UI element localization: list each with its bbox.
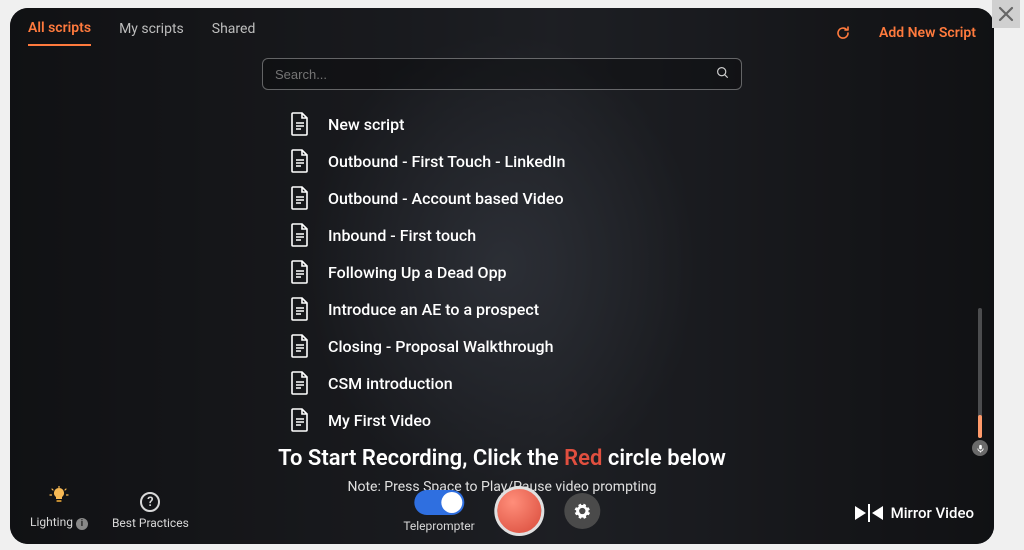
lighting-label: Lighting	[30, 515, 73, 529]
script-item[interactable]: Inbound - First touch	[290, 223, 994, 247]
help-icon: ?	[140, 492, 160, 512]
document-icon	[290, 186, 310, 210]
lightbulb-icon	[49, 486, 69, 511]
toggle-knob	[441, 492, 462, 513]
tab-shared[interactable]: Shared	[212, 21, 256, 45]
search-icon	[716, 66, 729, 83]
script-item[interactable]: Introduce an AE to a prospect	[290, 297, 994, 321]
audio-level	[978, 415, 982, 438]
script-item[interactable]: My First Video	[290, 408, 994, 432]
mirror-video-button[interactable]: Mirror Video	[855, 504, 974, 522]
search-box[interactable]	[262, 58, 742, 90]
add-new-script-button[interactable]: Add New Script	[879, 25, 976, 41]
document-icon	[290, 371, 310, 395]
document-icon	[290, 334, 310, 358]
refresh-button[interactable]	[835, 25, 851, 41]
best-practices-button[interactable]: ? Best Practices	[112, 492, 189, 530]
script-label: Introduce an AE to a prospect	[328, 300, 539, 319]
refresh-icon	[835, 25, 851, 41]
instruction-main: To Start Recording, Click the Red circle…	[10, 446, 994, 471]
mirror-label: Mirror Video	[891, 504, 974, 522]
script-label: Inbound - First touch	[328, 226, 476, 245]
script-label: Following Up a Dead Opp	[328, 263, 507, 282]
script-label: Outbound - First Touch - LinkedIn	[328, 152, 565, 171]
script-label: New script	[328, 115, 404, 134]
document-icon	[290, 112, 310, 136]
document-icon	[290, 297, 310, 321]
tab-all-scripts[interactable]: All scripts	[28, 20, 91, 46]
recorder-window: All scripts My scripts Shared Add New Sc…	[10, 8, 994, 544]
script-label: Closing - Proposal Walkthrough	[328, 337, 554, 356]
close-icon	[998, 6, 1014, 22]
script-item[interactable]: Outbound - Account based Video	[290, 186, 994, 210]
teleprompter-toggle[interactable]	[414, 490, 464, 515]
gear-icon	[574, 502, 592, 520]
document-icon	[290, 260, 310, 284]
script-label: Outbound - Account based Video	[328, 189, 564, 208]
scripts-list: New script Outbound - First Touch - Link…	[290, 112, 994, 432]
lighting-button[interactable]: Lightingi	[30, 486, 88, 530]
script-item[interactable]: Outbound - First Touch - LinkedIn	[290, 149, 994, 173]
document-icon	[290, 223, 310, 247]
audio-meter	[978, 308, 982, 438]
settings-button[interactable]	[565, 493, 601, 529]
script-item[interactable]: Closing - Proposal Walkthrough	[290, 334, 994, 358]
mic-icon[interactable]	[972, 440, 988, 456]
tabs-bar: All scripts My scripts Shared Add New Sc…	[10, 8, 994, 48]
teleprompter-label: Teleprompter	[403, 519, 474, 533]
search-input[interactable]	[275, 67, 716, 82]
script-item[interactable]: New script	[290, 112, 994, 136]
close-button[interactable]	[992, 0, 1020, 28]
document-icon	[290, 408, 310, 432]
script-item[interactable]: CSM introduction	[290, 371, 994, 395]
script-label: My First Video	[328, 411, 431, 430]
bottom-bar: Lightingi ? Best Practices Teleprompter	[10, 472, 994, 544]
best-practices-label: Best Practices	[112, 516, 189, 530]
info-icon: i	[76, 518, 88, 530]
tab-my-scripts[interactable]: My scripts	[119, 21, 184, 45]
mirror-icon	[855, 504, 883, 522]
record-button[interactable]	[495, 486, 545, 536]
document-icon	[290, 149, 310, 173]
script-item[interactable]: Following Up a Dead Opp	[290, 260, 994, 284]
script-label: CSM introduction	[328, 374, 453, 393]
